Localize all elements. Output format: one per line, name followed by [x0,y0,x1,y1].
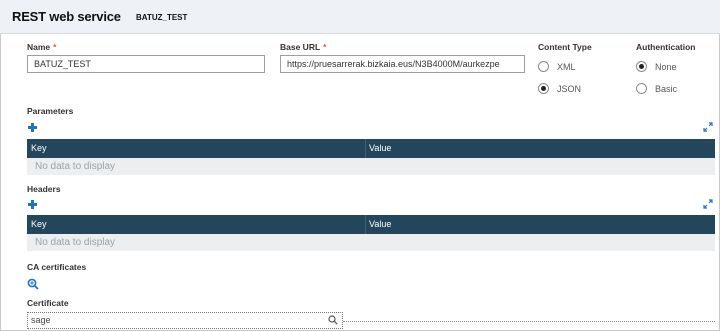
search-icon[interactable] [328,315,338,325]
headers-empty-message: No data to display [27,234,715,251]
headers-grid-header: Key Value [27,215,715,234]
headers-key-header[interactable]: Key [31,219,47,229]
ca-certificates-label: CA certificates [27,262,87,272]
authentication-basic-option[interactable]: Basic [636,83,677,94]
content-type-xml-option[interactable]: XML [538,61,576,72]
page-subtitle: BATUZ_TEST [136,13,188,22]
name-label-text: Name [27,42,51,52]
authentication-none-label: None [655,61,677,72]
name-label: Name * [27,42,56,52]
authentication-label: Authentication [636,42,696,52]
headers-value-header[interactable]: Value [369,219,391,229]
base-url-required-mark: * [323,42,327,52]
parameters-grid-header: Key Value [27,139,715,158]
parameters-empty-message: No data to display [27,158,715,175]
content-type-xml-label: XML [557,61,576,72]
content-type-json-label: JSON [557,83,582,94]
certificate-value: sage [31,315,51,325]
name-field[interactable]: BATUZ_TEST [27,55,265,73]
authentication-none-radio[interactable] [636,61,647,72]
parameters-key-header[interactable]: Key [31,143,47,153]
expand-headers-icon[interactable] [703,199,713,209]
title-bar: REST web service BATUZ_TEST [0,0,720,34]
headers-label: Headers [27,184,61,194]
authentication-basic-radio[interactable] [636,83,647,94]
parameters-value-header[interactable]: Value [369,143,391,153]
content-type-xml-radio[interactable] [538,61,549,72]
name-required-mark: * [53,42,57,52]
certificate-select[interactable]: sage [27,312,343,329]
zoom-icon[interactable] [27,278,39,290]
certificate-label: Certificate [27,298,69,308]
content-type-json-radio[interactable] [538,83,549,94]
certificate-dotted-guide [343,321,715,322]
expand-parameters-icon[interactable] [703,122,713,132]
parameters-label: Parameters [27,106,74,116]
page-title: REST web service [12,9,121,24]
authentication-basic-label: Basic [655,83,678,94]
headers-column-separator [365,215,366,234]
parameters-column-separator [365,139,366,158]
content-type-json-option[interactable]: JSON [538,83,581,94]
content-type-label: Content Type [538,42,592,52]
base-url-label-text: Base URL [280,42,321,52]
add-header-icon[interactable] [28,200,37,209]
base-url-label: Base URL * [280,42,326,52]
authentication-none-option[interactable]: None [636,61,677,72]
add-parameter-icon[interactable] [28,123,37,132]
base-url-field[interactable]: https://pruesarrerak.bizkaia.eus/N3B4000… [280,55,525,73]
